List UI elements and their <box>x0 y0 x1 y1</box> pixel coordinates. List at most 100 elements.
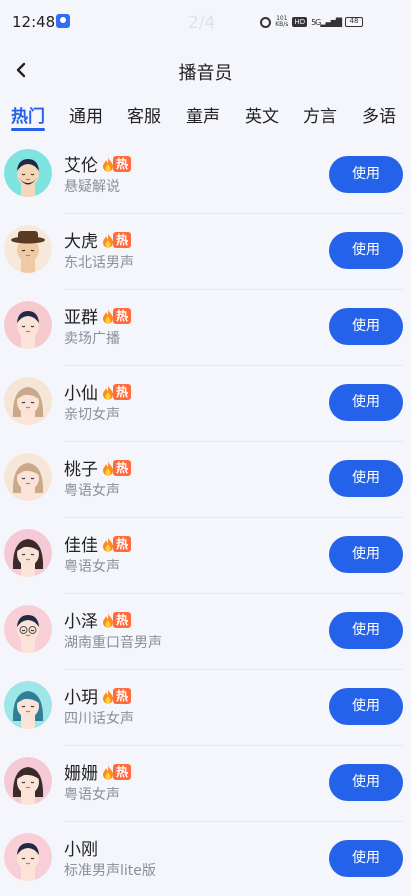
voice-description: 粤语女声 <box>64 483 120 499</box>
status-bar: 12:48 2/4 101 KB/s HD 5G▂▄▆█ 48 <box>0 0 411 44</box>
voice-description: 四川话女声 <box>64 711 134 727</box>
use-button[interactable]: 使用 <box>329 460 403 497</box>
voice-row[interactable]: 小刚 标准男声lite版 使用 <box>0 820 411 896</box>
use-button[interactable]: 使用 <box>329 308 403 345</box>
woman-short-hair-avatar <box>4 301 52 349</box>
voice-name-line: 佳佳热 <box>64 531 132 556</box>
hot-badge: 热 <box>102 307 132 325</box>
network-speed: 101 KB/s <box>275 16 288 28</box>
hot-badge: 热 <box>102 459 132 477</box>
voice-name-line: 姗姗热 <box>64 759 132 784</box>
voice-row[interactable]: 亚群热卖场广播 使用 <box>0 288 411 366</box>
use-button[interactable]: 使用 <box>329 764 403 801</box>
tab-multilingual[interactable]: 多语 <box>362 102 396 127</box>
tab-general[interactable]: 通用 <box>69 102 103 127</box>
voice-name: 佳佳 <box>64 536 98 556</box>
voice-name-line: 小泽热 <box>64 607 132 632</box>
page-title: 播音员 <box>178 63 233 84</box>
alarm-icon <box>260 16 272 28</box>
tab-hot[interactable]: 热门 <box>11 102 45 131</box>
hot-label: 热 <box>113 535 132 552</box>
use-button[interactable]: 使用 <box>329 688 403 725</box>
man-glasses-avatar <box>4 605 52 653</box>
voice-name: 小泽 <box>64 612 98 632</box>
voice-row[interactable]: 佳佳热粤语女声 使用 <box>0 516 411 594</box>
hot-label: 热 <box>113 307 132 324</box>
voice-name-line: 艾伦热 <box>64 151 132 176</box>
voice-description: 悬疑解说 <box>64 179 120 195</box>
tab-dialect[interactable]: 方言 <box>303 102 337 127</box>
hot-label: 热 <box>113 383 132 400</box>
active-tab-indicator <box>11 128 45 131</box>
header: 播音员 <box>0 50 411 90</box>
category-tabs: 热门 通用 客服 童声 英文 方言 多语 <box>0 96 411 132</box>
voice-name: 小玥 <box>64 688 98 708</box>
girl-long-hair-avatar <box>4 377 52 425</box>
battery-icon: 48 <box>345 17 363 27</box>
voice-row[interactable]: 大虎热东北话男声 使用 <box>0 212 411 290</box>
voice-row[interactable]: 艾伦热悬疑解说 使用 <box>0 136 411 214</box>
hot-label: 热 <box>113 231 132 248</box>
tab-child[interactable]: 童声 <box>186 102 220 127</box>
page-indicator: 2/4 <box>188 13 216 33</box>
voice-name-line: 小玥热 <box>64 683 132 708</box>
voice-description: 卖场广播 <box>64 331 120 347</box>
voice-name: 小刚 <box>64 840 98 860</box>
girl-teal-avatar <box>4 681 52 729</box>
voice-row[interactable]: 桃子热粤语女声 使用 <box>0 440 411 518</box>
tab-customer-service[interactable]: 客服 <box>127 102 161 127</box>
use-button[interactable]: 使用 <box>329 612 403 649</box>
voice-name: 大虎 <box>64 232 98 252</box>
hot-label: 热 <box>113 687 132 704</box>
hot-badge: 热 <box>102 687 132 705</box>
use-button[interactable]: 使用 <box>329 156 403 193</box>
hot-badge: 热 <box>102 611 132 629</box>
voice-name-line: 亚群热 <box>64 303 132 328</box>
hot-label: 热 <box>113 611 132 628</box>
hot-badge: 热 <box>102 231 132 249</box>
voice-description: 东北话男声 <box>64 255 134 271</box>
hot-badge: 热 <box>102 383 132 401</box>
voice-name-line: 桃子热 <box>64 455 132 480</box>
tab-english[interactable]: 英文 <box>245 102 279 127</box>
hot-label: 热 <box>113 763 132 780</box>
man-beard-avatar <box>4 149 52 197</box>
hot-badge: 热 <box>102 535 132 553</box>
use-button[interactable]: 使用 <box>329 232 403 269</box>
voice-name: 姗姗 <box>64 764 98 784</box>
app-notification-icon <box>56 14 70 28</box>
girl-long-hair-avatar <box>4 453 52 501</box>
girl-dark-hair-avatar <box>4 757 52 805</box>
girl-dark-hair-avatar <box>4 529 52 577</box>
voice-name: 艾伦 <box>64 156 98 176</box>
use-button[interactable]: 使用 <box>329 840 403 877</box>
signal-icon: 5G▂▄▆█ <box>311 17 342 27</box>
status-icons: 101 KB/s HD 5G▂▄▆█ 48 <box>260 15 363 29</box>
voice-row[interactable]: 小泽热湖南重口音男声 使用 <box>0 592 411 670</box>
network-type: 5G <box>311 17 321 27</box>
speed-unit: KB/s <box>275 21 289 28</box>
hot-label: 热 <box>113 459 132 476</box>
voice-description: 粤语女声 <box>64 559 120 575</box>
voice-name-line: 小仙热 <box>64 379 132 404</box>
voice-name: 桃子 <box>64 460 98 480</box>
voice-name-line: 大虎热 <box>64 227 132 252</box>
hot-label: 热 <box>113 155 132 172</box>
voice-description: 亲切女声 <box>64 407 120 423</box>
voice-description: 粤语女声 <box>64 787 120 803</box>
voice-name: 小仙 <box>64 384 98 404</box>
man-short-hair-avatar <box>4 833 52 881</box>
use-button[interactable]: 使用 <box>329 384 403 421</box>
voice-description: 湖南重口音男声 <box>64 635 162 651</box>
man-hat-avatar <box>4 225 52 273</box>
voice-row[interactable]: 小玥热四川话女声 使用 <box>0 668 411 746</box>
voice-name-line: 小刚 <box>64 835 98 860</box>
voice-row[interactable]: 小仙热亲切女声 使用 <box>0 364 411 442</box>
voice-name: 亚群 <box>64 308 98 328</box>
use-button[interactable]: 使用 <box>329 536 403 573</box>
hd-icon: HD <box>292 17 308 27</box>
hot-badge: 热 <box>102 155 132 173</box>
hot-badge: 热 <box>102 763 132 781</box>
tab-label: 热门 <box>11 107 45 127</box>
voice-row[interactable]: 姗姗热粤语女声 使用 <box>0 744 411 822</box>
